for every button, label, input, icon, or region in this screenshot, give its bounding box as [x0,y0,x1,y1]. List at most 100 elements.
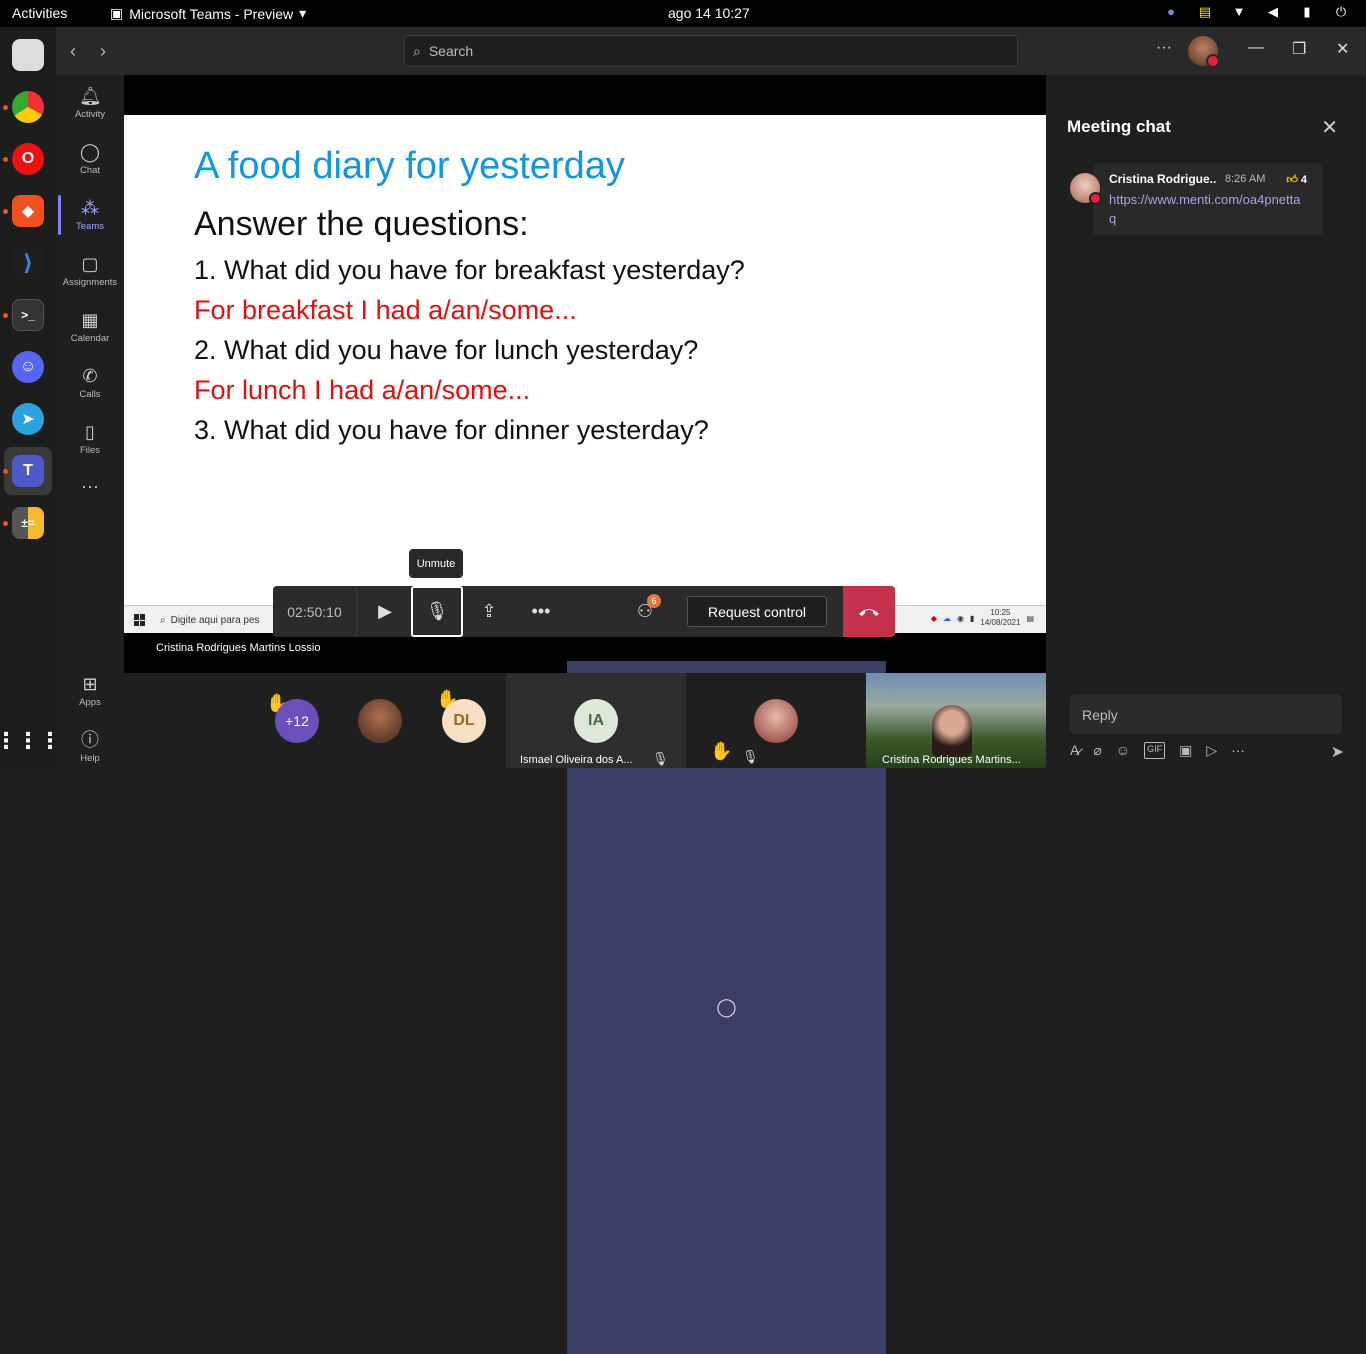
search-placeholder: Search [428,43,474,59]
notes-tray-icon[interactable]: ▤ [1196,4,1214,20]
request-control-button[interactable]: Request control [687,596,827,627]
chrome-app-icon[interactable] [12,91,44,123]
discord-app-icon[interactable]: ☺ [12,351,44,383]
windows-time: 10:25 [990,608,1011,617]
meeting-chat-panel: Meeting chat ✕ Cristina Rodrigue... 8:26… [1047,75,1366,768]
microphone-icon[interactable]: ▮ [1298,4,1316,20]
camera-off-button[interactable]: ▶︎ [359,586,411,637]
windows-start-icon [134,614,146,626]
rail-label: Calls [79,389,101,400]
participant-tile-ismael[interactable]: IA Ismael Oliveira dos A... 🎙︎ [506,673,686,768]
rail-more-button[interactable]: ··· [56,475,124,505]
clock[interactable]: ago 14 10:27 [668,5,750,21]
search-input[interactable]: ⌕ Search [404,35,1018,67]
message-author-avatar[interactable] [1070,173,1102,205]
format-icon[interactable]: A̷ [1070,742,1079,759]
shared-screen: A food diary for yesterday Answer the qu… [124,115,1046,605]
system-tray[interactable]: ● ▤ ▼ ◀ ▮ ⏻ [1162,4,1350,20]
wifi-icon[interactable]: ▼ [1230,4,1248,20]
attach-icon[interactable]: ⌀ [1093,742,1101,759]
activities-button[interactable]: Activities [12,5,67,21]
profile-avatar[interactable] [1188,36,1220,68]
windows-tray: ◆ ☁ ◉ ▮ 10:25 14/08/2021 ▤ [931,608,1034,628]
hang-up-button[interactable] [843,586,895,637]
rail-item-files[interactable]: ▯ Files [56,411,124,467]
rail-item-activity[interactable]: 🔔︎ Activity [56,75,124,131]
rail-item-calls[interactable]: ✆ Calls [56,355,124,411]
participant-video-cristina[interactable]: Cristina Rodrigues Martins... [866,673,1046,768]
send-icon[interactable]: ➤ [1331,742,1344,762]
terminal-app-icon[interactable]: >_ [12,299,44,331]
app-menu[interactable]: ▣ Microsoft Teams - Preview ▾ [110,5,306,22]
microphone-off-icon: 🎙︎ [742,749,759,764]
teams-tray-icon[interactable]: ● [1162,4,1180,20]
emoji-icon[interactable]: ☺ [1116,742,1130,759]
show-applications-icon[interactable]: ⋮⋮⋮ [0,725,61,757]
camera-off-icon: ▶︎ [378,601,392,621]
telegram-app-icon[interactable]: ➤ [12,403,44,435]
close-icon[interactable]: ✕ [1336,39,1349,59]
slide-question-3: 3. What did you have for dinner yesterda… [194,415,709,445]
participant-avatar-dl[interactable]: DL [442,699,486,743]
restore-icon[interactable]: ❐ [1292,39,1306,59]
reaction-badge[interactable]: 👍︎ 4 [1286,173,1307,186]
opera-app-icon[interactable]: O [12,143,44,175]
rail-label: Help [80,753,100,764]
more-options-icon[interactable]: ··· [1231,742,1245,759]
reply-input[interactable]: Reply [1070,694,1342,734]
minimize-icon[interactable]: — [1248,39,1264,57]
search-icon: ⌕ [413,42,421,59]
gif-icon[interactable]: GIF [1144,742,1166,759]
message-link[interactable]: https://www.menti.com/oa4pnettaq [1109,190,1307,228]
rail-item-apps[interactable]: ⊞ Apps [56,663,124,719]
chat-message[interactable]: Cristina Rodrigue... 8:26 AM 👍︎ 4 https:… [1093,163,1323,235]
unmute-tooltip: Unmute [409,549,463,578]
calculator-app-icon[interactable]: ±= [12,507,44,539]
participant-name: Cristina Rodrigues Martins... [882,754,1021,766]
message-author: Cristina Rodrigue... [1109,172,1217,186]
rail-item-assignments[interactable]: ▢ Assignments [56,243,124,299]
running-indicator [3,313,8,318]
teams-app-rail: 🔔︎ Activity ◯ Chat ⁂ Teams ▢ Assignments… [56,75,124,768]
overflow-participants-avatar[interactable]: +12 [275,699,319,743]
raised-hand-icon: ✋ [710,741,733,761]
rail-label: Chat [79,165,101,176]
sticker-icon[interactable]: ▣ [1179,742,1192,759]
teams-app-icon[interactable]: T [12,455,44,487]
rail-item-chat[interactable]: ◯ Chat [56,131,124,187]
bell-icon: 🔔︎ [79,86,102,106]
files-app-icon[interactable] [12,39,44,71]
call-timer: 02:50:10 [273,586,357,637]
teams-titlebar: ‹ › ⌕ Search ··· — ❐ ✕ [56,27,1366,75]
running-indicator [3,469,8,474]
rail-label: Apps [79,697,101,708]
participants-strip: ✋ +12 ✋ DL IA Ismael Oliveira dos A... 🎙… [124,673,1046,768]
reaction-count: 4 [1300,173,1307,186]
vscode-app-icon[interactable]: ⟩ [12,247,44,279]
power-icon[interactable]: ⏻ [1332,4,1350,20]
rail-label: Files [79,445,101,456]
rail-label: Activity [74,109,106,120]
volume-icon[interactable]: ◀ [1264,4,1282,20]
participants-count-badge: 6 [647,594,661,608]
meet-now-icon[interactable]: ▷ [1206,742,1217,759]
rail-item-teams[interactable]: ⁂ Teams [56,187,124,243]
share-screen-button[interactable]: ⇪ [463,586,515,637]
rail-item-help[interactable]: ⓘ Help [56,719,124,775]
participant-group-tile[interactable]: ✋ +12 ✋ DL [124,673,506,768]
forward-arrow-icon[interactable]: › [100,41,106,62]
close-icon[interactable]: ✕ [1321,115,1338,140]
rail-item-calendar[interactable]: ▦ Calendar [56,299,124,355]
more-actions-button[interactable]: ••• [515,586,567,637]
participant-avatar[interactable] [358,699,402,743]
mute-button[interactable]: 🎙︎ [411,586,463,637]
participant-avatar [754,699,798,743]
participants-button[interactable]: ⚇ 6 [619,586,671,637]
back-arrow-icon[interactable]: ‹ [70,41,76,62]
slide-question-2: 2. What did you have for lunch yesterday… [194,335,699,365]
participant-tile[interactable]: ✋ 🎙︎ [686,673,866,768]
help-icon: ⓘ [81,730,99,750]
more-options-icon[interactable]: ··· [1156,39,1172,57]
brave-app-icon[interactable]: ◆ [12,195,44,227]
share-tray-icon: ⇪ [481,601,497,621]
